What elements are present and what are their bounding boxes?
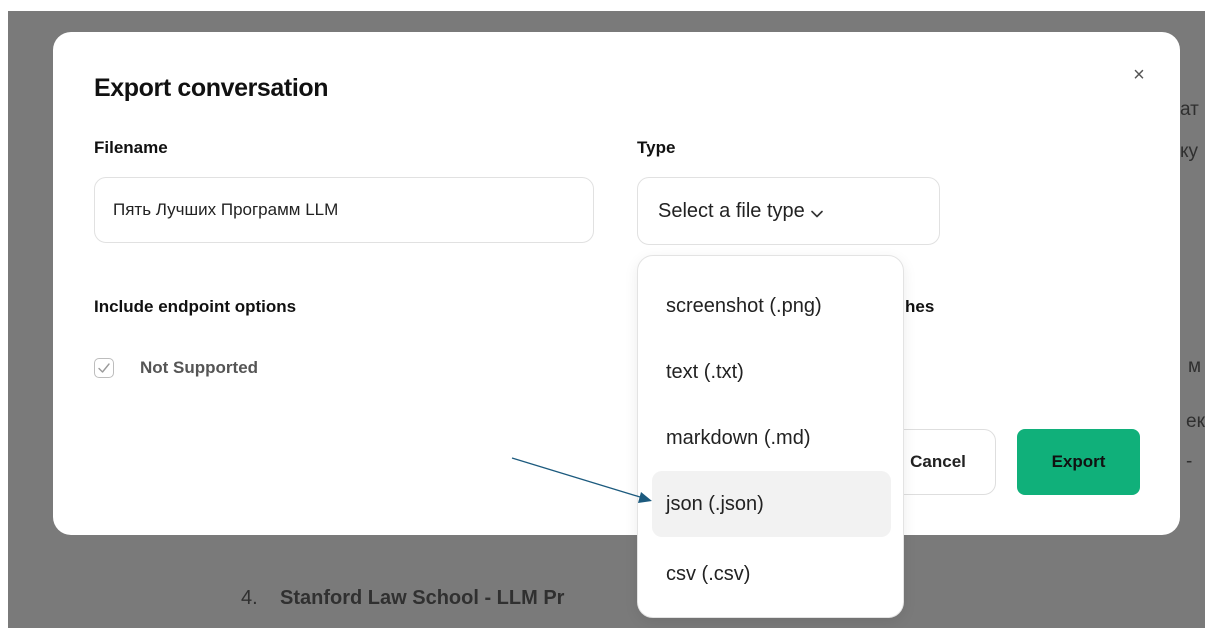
dialog-title: Export conversation (94, 74, 329, 102)
file-type-dropdown-menu: screenshot (.png) text (.txt) markdown (… (637, 255, 904, 618)
dropdown-option-json[interactable]: json (.json) (652, 471, 891, 537)
background-list-text: Stanford Law School - LLM Pr (280, 587, 565, 609)
background-text-fragment: ек (1186, 411, 1205, 432)
type-label: Type (637, 138, 676, 157)
background-text-fragment: - (1186, 451, 1193, 472)
export-dialog (53, 32, 1180, 535)
endpoint-options-label: Include endpoint options (94, 297, 297, 316)
background-text-fragment: ат (1180, 99, 1199, 120)
filename-label: Filename (94, 138, 168, 157)
chevron-down-icon (810, 179, 823, 245)
endpoint-options-checkbox[interactable] (94, 358, 114, 378)
export-button[interactable]: Export (1017, 429, 1140, 495)
endpoint-options-checkbox-label: Not Supported (140, 358, 259, 377)
dropdown-option-md[interactable]: markdown (.md) (652, 405, 891, 471)
dropdown-option-csv[interactable]: csv (.csv) (652, 541, 891, 607)
file-type-select[interactable]: Select a file type (637, 177, 940, 245)
file-type-select-placeholder: Select a file type (658, 200, 805, 222)
background-text-fragment: ку (1180, 141, 1199, 162)
close-icon[interactable]: × (1127, 63, 1151, 87)
partial-option-label: hes (905, 297, 935, 316)
background-list-number: 4. (241, 587, 258, 609)
dropdown-option-txt[interactable]: text (.txt) (652, 339, 891, 405)
filename-input[interactable]: Пять Лучших Программ LLM (94, 177, 594, 243)
checkmark-icon (98, 363, 110, 373)
dropdown-option-png[interactable]: screenshot (.png) (652, 273, 891, 339)
background-text-fragment: м (1188, 356, 1202, 377)
